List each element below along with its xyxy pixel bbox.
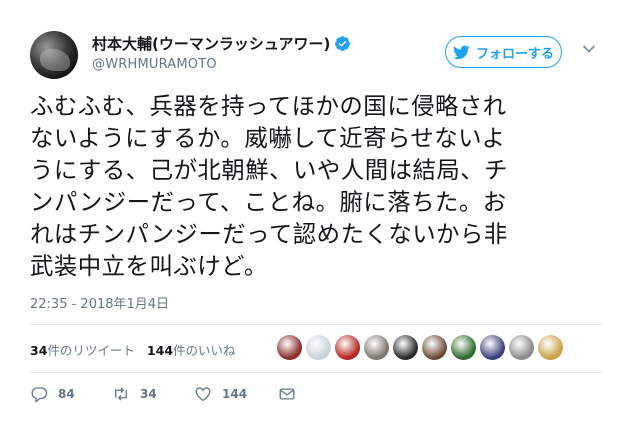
reply-icon xyxy=(31,387,48,403)
tweet-line: うにする、己が北朝鮮、いや人間は結局、チ xyxy=(30,156,509,184)
tweet-stats: 34件のリツイート 144件のいいね xyxy=(30,340,236,359)
retweet-action[interactable]: 34 xyxy=(112,385,194,403)
liker-avatar[interactable] xyxy=(480,335,505,360)
retweet-count: 34 xyxy=(140,387,157,401)
divider xyxy=(30,324,602,325)
liker-avatar[interactable] xyxy=(277,335,302,360)
like-stat[interactable]: 144件のいいね xyxy=(147,340,236,359)
tweet-line: ふむふむ、兵器を持ってほかの国に侵略され xyxy=(30,92,507,120)
tweet-timestamp[interactable]: 22:35 - 2018年1月4日 xyxy=(30,293,169,312)
tweet-line: れはチンパンジーだって認めたくないから非 xyxy=(30,220,508,248)
envelope-icon xyxy=(279,388,295,400)
retweet-stat[interactable]: 34件のリツイート xyxy=(30,340,135,359)
reply-action[interactable]: 84 xyxy=(30,385,112,403)
follow-button[interactable]: フォローする xyxy=(445,36,562,68)
author-handle[interactable]: @WRHMURAMOTO xyxy=(92,57,217,72)
tweet-line: 武装中立を叫ぶけど。 xyxy=(30,252,268,280)
like-action[interactable]: 144 xyxy=(194,385,278,403)
retweet-stat-label: 件のリツイート xyxy=(47,343,135,358)
heart-icon xyxy=(195,387,211,402)
liker-avatars xyxy=(277,335,563,360)
liker-avatar[interactable] xyxy=(364,335,389,360)
author-name-row[interactable]: 村本大輔(ウーマンラッシュアワー) xyxy=(92,33,351,54)
tweet-line: ないようにするか。威嚇して近寄らせないよ xyxy=(30,124,506,152)
author-avatar[interactable] xyxy=(30,31,78,79)
like-stat-count: 144 xyxy=(146,343,174,358)
reply-count: 84 xyxy=(58,387,75,401)
liker-avatar[interactable] xyxy=(335,335,360,360)
tweet-actions: 84 34 144 xyxy=(30,385,296,403)
tweet-text: ふむふむ、兵器を持ってほかの国に侵略され ないようにするか。威嚇して近寄らせない… xyxy=(30,90,610,282)
verified-badge-icon xyxy=(335,36,351,51)
follow-button-label: フォローする xyxy=(475,46,554,62)
author-name[interactable]: 村本大輔(ウーマンラッシュアワー) xyxy=(92,33,330,54)
follow-bird-icon xyxy=(452,44,470,59)
liker-avatar[interactable] xyxy=(509,335,534,360)
tweet-line: ンパンジーだって、ことね。腑に落ちた。お xyxy=(30,188,507,216)
direct-message-action[interactable] xyxy=(278,385,296,403)
liker-avatar[interactable] xyxy=(451,335,476,360)
liker-avatar[interactable] xyxy=(306,335,331,360)
liker-avatar[interactable] xyxy=(393,335,418,360)
retweet-stat-count: 34 xyxy=(30,343,48,358)
liker-avatar[interactable] xyxy=(422,335,447,360)
retweet-icon xyxy=(115,387,127,401)
divider xyxy=(30,372,602,373)
like-stat-label: 件のいいね xyxy=(173,343,236,358)
chevron-down-icon[interactable] xyxy=(582,44,596,54)
liker-avatar[interactable] xyxy=(538,335,563,360)
like-count: 144 xyxy=(222,387,248,401)
